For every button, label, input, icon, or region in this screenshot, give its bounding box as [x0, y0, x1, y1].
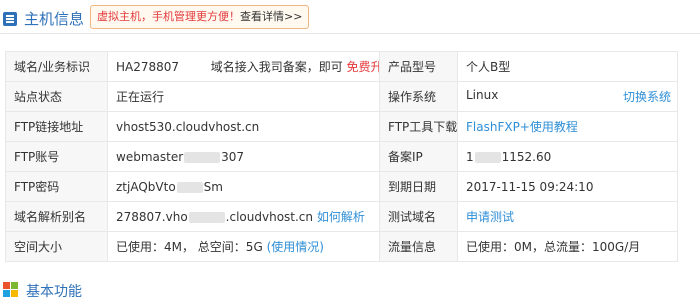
host-info-header: 主机信息 虚拟主机，手机管理更方便！查看详情>>: [0, 0, 700, 36]
product-label: 产品型号: [379, 51, 458, 82]
ftp-tool-label: FTP工具下载: [379, 111, 458, 142]
redacted-mask: [176, 181, 203, 193]
free-upgrade-link[interactable]: 免费升级: [347, 60, 379, 74]
ftp-account-cell: webmaster 307: [107, 141, 380, 172]
beian-ip-suffix: 152.60: [509, 149, 552, 164]
ftp-tool-cell: FlashFXP+使用教程: [457, 111, 678, 142]
traffic-info-label: 流量信息: [379, 231, 458, 262]
space-size-cell: 已使用：4M， 总空间：5G (使用情况): [107, 231, 380, 262]
product-value: 个人B型: [457, 51, 678, 82]
table-row: 域名/业务标识 HA278807 域名接入我司备案，即可 免费升级 产品型号 个…: [5, 51, 678, 82]
space-size-label: 空间大小: [5, 231, 108, 262]
traffic-info-value: 已使用：0M，总流量：100G/月: [457, 231, 678, 262]
domain-alias-cell: 278807.vho .cloudvhost.cn 如何解析: [107, 201, 380, 232]
ftp-account-prefix: webmaster: [116, 149, 184, 164]
switch-os-link[interactable]: 切换系统: [623, 88, 671, 105]
expire-date-label: 到期日期: [379, 171, 458, 202]
apply-test-link[interactable]: 申请测试: [466, 210, 514, 224]
test-domain-cell: 申请测试: [457, 201, 678, 232]
domain-alias-label: 域名解析别名: [5, 201, 108, 232]
table-row: FTP链接地址 vhost530.cloudvhost.cn FTP工具下载 F…: [5, 111, 678, 142]
domain-note: 域名接入我司备案，即可: [210, 60, 343, 74]
table-row: FTP密码 ztjAQbVto Sm 到期日期 2017-11-15 09:24:…: [5, 171, 678, 202]
redacted-mask: [474, 151, 501, 163]
host-info-title: 主机信息: [24, 10, 85, 28]
os-cell: Linux 切换系统: [457, 81, 678, 112]
status-label: 站点状态: [5, 81, 108, 112]
ftp-account-suffix: 307: [221, 149, 245, 164]
table-row: 域名解析别名 278807.vho .cloudvhost.cn 如何解析 测试域…: [5, 201, 678, 232]
basic-functions-title: 基本功能: [26, 284, 82, 300]
host-info-table: 域名/业务标识 HA278807 域名接入我司备案，即可 免费升级 产品型号 个…: [5, 51, 678, 262]
domain-value: HA278807: [116, 60, 180, 74]
view-details-link[interactable]: 查看详情>>: [240, 10, 302, 23]
ftp-password-cell: ztjAQbVto Sm: [107, 171, 380, 202]
domain-cell: HA278807 域名接入我司备案，即可 免费升级: [107, 51, 380, 82]
ftp-password-prefix: ztjAQbVto: [116, 179, 176, 194]
beian-ip-cell: 1 1152.60: [457, 141, 678, 172]
status-value: 正在运行: [107, 81, 380, 112]
space-size-value: 已使用：4M， 总空间：5G: [116, 240, 263, 254]
os-label: 操作系统: [379, 81, 458, 112]
ftp-account-label: FTP账号: [5, 141, 108, 172]
domain-alias-prefix: 278807.vho: [116, 210, 188, 224]
usage-details-link[interactable]: (使用情况): [267, 240, 324, 254]
mobile-notice-banner[interactable]: 虚拟主机，手机管理更方便！查看详情>>: [90, 5, 310, 29]
header-divider: [0, 33, 700, 34]
flashfxp-download-link[interactable]: FlashFXP+使用教程: [466, 120, 578, 134]
ftp-address-label: FTP链接地址: [5, 111, 108, 142]
redacted-mask: [184, 151, 221, 163]
how-to-resolve-link[interactable]: 如何解析: [317, 210, 365, 224]
ftp-address-value: vhost530.cloudvhost.cn: [107, 111, 380, 142]
beian-ip-prefix: 1: [466, 149, 474, 164]
table-row: FTP账号 webmaster 307 备案IP 1 1152.60: [5, 141, 678, 172]
host-info-icon: [3, 12, 17, 26]
windows-grid-icon: [3, 282, 18, 297]
test-domain-label: 测试域名: [379, 201, 458, 232]
domain-label: 域名/业务标识: [5, 51, 108, 82]
ftp-password-suffix: Sm: [203, 179, 223, 194]
table-row: 空间大小 已使用：4M， 总空间：5G (使用情况) 流量信息 已使用：0M，总…: [5, 231, 678, 262]
table-row: 站点状态 正在运行 操作系统 Linux 切换系统: [5, 81, 678, 112]
ftp-password-label: FTP密码: [5, 171, 108, 202]
beian-ip-label: 备案IP: [379, 141, 458, 172]
redacted-mask: [188, 212, 225, 223]
basic-functions-header: 基本功能: [0, 278, 700, 300]
os-value: Linux: [466, 88, 499, 102]
mobile-notice-text: 虚拟主机，手机管理更方便！: [97, 10, 240, 23]
domain-alias-suffix: .cloudvhost.cn: [225, 210, 314, 224]
expire-date-value: 2017-11-15 09:24:10: [457, 171, 678, 202]
